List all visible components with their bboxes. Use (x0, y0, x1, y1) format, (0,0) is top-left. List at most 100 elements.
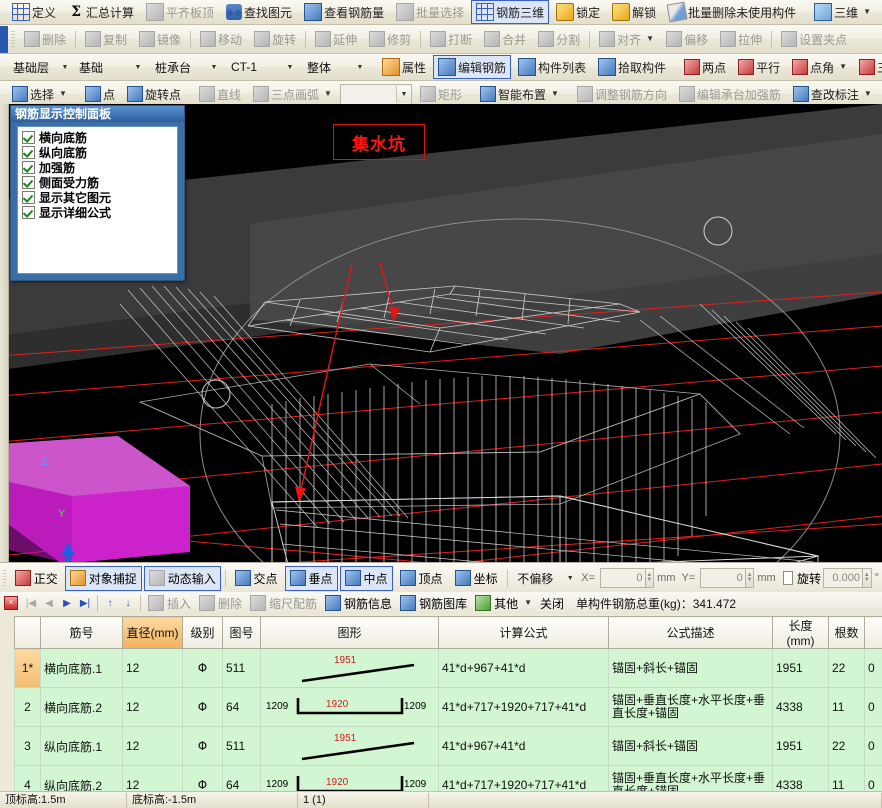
editor-delete-button[interactable]: 删除 (195, 594, 246, 613)
cell-length[interactable]: 1951 (773, 649, 829, 688)
nav-prev-button[interactable]: ◀ (40, 594, 58, 612)
draw-smart-layout[interactable]: 智能布置▼ (475, 82, 564, 106)
chevron-down-icon[interactable]: ▼ (324, 90, 332, 98)
cell-diameter[interactable]: 12 (123, 688, 183, 727)
cell-count[interactable]: 22 (829, 649, 865, 688)
nav-up-button[interactable]: ↑ (101, 594, 119, 612)
editor-rebar-library-button[interactable]: 钢筋图库 (396, 594, 471, 613)
snapbar-grip[interactable] (3, 570, 6, 587)
snap-object-snap[interactable]: 对象捕捉 (65, 566, 142, 591)
draw-rectangle[interactable]: 矩形 (415, 82, 467, 106)
table-row[interactable]: 2 横向底筋.2 12 Φ 64 1209 1920 1209 41*d+717… (15, 688, 882, 727)
checkbox-row-transverse-bottom[interactable]: 横向底筋 (20, 130, 175, 145)
offset-mode-selector[interactable]: 不偏移 ▼ (512, 568, 576, 589)
cell-description[interactable]: 锚固+斜长+锚固 (609, 649, 773, 688)
tool-mirror[interactable]: 镜像 (134, 27, 186, 51)
cell-formula[interactable]: 41*d+967+41*d (439, 727, 609, 766)
chevron-down-icon[interactable]: ▼ (839, 63, 847, 71)
header-grade[interactable]: 级别 (183, 617, 223, 649)
checkbox-longitudinal-bottom[interactable] (22, 146, 35, 159)
snap-intersection[interactable]: 交点 (230, 566, 283, 591)
toolbar-define[interactable]: 定义 (7, 0, 61, 24)
header-name[interactable]: 筋号 (41, 617, 123, 649)
btn-properties[interactable]: 属性 (377, 55, 431, 79)
tool-offset[interactable]: 偏移 (661, 27, 713, 51)
header-shape[interactable]: 图形 (261, 617, 439, 649)
cell-overlap[interactable]: 0 (865, 727, 882, 766)
header-overlap[interactable] (865, 617, 882, 649)
cell-shape[interactable]: 1951 (261, 649, 439, 688)
header-code[interactable]: 图号 (223, 617, 261, 649)
cell-shape[interactable]: 1951 (261, 727, 439, 766)
editor-scale-rebar-button[interactable]: 缩尺配筋 (246, 594, 321, 613)
x-input[interactable]: 0 (600, 568, 646, 588)
cell-count[interactable]: 22 (829, 727, 865, 766)
draw-check-dim[interactable]: 查改标注▼ (788, 82, 877, 106)
draw-select[interactable]: 选择▼ (7, 82, 72, 106)
btn-edit-rebar[interactable]: 编辑钢筋 (433, 55, 511, 79)
cell-name[interactable]: 横向底筋.2 (41, 688, 123, 727)
checkbox-row-longitudinal-bottom[interactable]: 纵向底筋 (20, 145, 175, 160)
cell-length[interactable]: 4338 (773, 688, 829, 727)
tool-set-grip[interactable]: 设置夹点 (776, 27, 852, 51)
draw-arc[interactable]: 三点画弧▼ (248, 82, 337, 106)
draw-adjust-rebar-dir[interactable]: 调整钢筋方向 (572, 82, 672, 106)
btn-pick-component[interactable]: 拾取构件 (593, 55, 671, 79)
tool-copy[interactable]: 复制 (80, 27, 132, 51)
draw-point[interactable]: 点 (80, 82, 120, 106)
snap-perpendicular[interactable]: 垂点 (285, 566, 338, 591)
checkbox-side-main[interactable] (22, 176, 35, 189)
chevron-down-icon[interactable]: ▼ (283, 59, 297, 76)
y-input[interactable]: 0 (700, 568, 746, 588)
snap-midpoint[interactable]: 中点 (340, 566, 393, 591)
tool-extend[interactable]: 延伸 (310, 27, 362, 51)
header-diameter[interactable]: 直径(mm) (123, 617, 183, 649)
row-header[interactable]: 3 (15, 727, 41, 766)
editor-other-button[interactable]: 其他▼ (471, 594, 536, 613)
rebar-display-control-panel[interactable]: 钢筋显示控制面板 横向底筋 纵向底筋 加强筋 侧面受力筋 显示其它图元 (10, 105, 185, 281)
header-rownum[interactable] (15, 617, 41, 649)
checkbox-row-side-main[interactable]: 侧面受力筋 (20, 175, 175, 190)
tool-delete[interactable]: 删除 (19, 27, 71, 51)
category-selector[interactable]: 基础 ▼ (74, 57, 146, 78)
cell-code[interactable]: 64 (223, 688, 261, 727)
scope-selector[interactable]: 整体 ▼ (302, 57, 368, 78)
tool-merge[interactable]: 合并 (479, 27, 531, 51)
cell-length[interactable]: 1951 (773, 727, 829, 766)
header-formula[interactable]: 计算公式 (439, 617, 609, 649)
draw-line[interactable]: 直线 (194, 82, 246, 106)
header-count[interactable]: 根数 (829, 617, 865, 649)
cell-name[interactable]: 纵向底筋.1 (41, 727, 123, 766)
btn-point-angle[interactable]: 点角▼ (787, 55, 852, 79)
toolbar-grip[interactable] (11, 31, 15, 48)
tool-break[interactable]: 打断 (425, 27, 477, 51)
btn-three-point-aux[interactable]: 三点辅 (854, 55, 882, 79)
table-row[interactable]: 3 纵向底筋.1 12 Φ 511 1951 41*d+967+41*d 锚固+… (15, 727, 882, 766)
chevron-down-icon[interactable]: ▼ (863, 8, 871, 16)
toolbar-top-view[interactable]: 俯视 ▼ (878, 0, 882, 24)
btn-two-point[interactable]: 两点 (679, 55, 731, 79)
checkbox-strengthening[interactable] (22, 161, 35, 174)
cell-description[interactable]: 锚固+垂直长度+水平长度+垂直长度+锚固 (609, 688, 773, 727)
chevron-down-icon[interactable]: ▼ (353, 59, 367, 76)
nav-next-button[interactable]: ▶ (58, 594, 76, 612)
table-row[interactable]: 1* 横向底筋.1 12 Φ 511 1951 41*d+967+41*d 锚固… (15, 649, 882, 688)
chevron-down-icon[interactable]: ▼ (565, 570, 575, 587)
toolbar-view-rebar-qty[interactable]: 查看钢筋量 (299, 0, 389, 24)
btn-parallel[interactable]: 平行 (733, 55, 785, 79)
nav-down-button[interactable]: ↓ (119, 594, 137, 612)
nav-first-button[interactable]: |◀ (22, 594, 40, 612)
component-selector[interactable]: CT-1 ▼ (226, 57, 298, 78)
arc-option-combo[interactable]: ▼ (340, 84, 412, 105)
toolbar-summary-calc[interactable]: Σ 汇总计算 (63, 0, 139, 24)
tool-align[interactable]: 对齐▼ (594, 27, 659, 51)
draw-rotate-point[interactable]: 旋转点 (122, 82, 186, 106)
floor-selector[interactable]: 基础层 ▼ (8, 57, 70, 78)
header-length[interactable]: 长度(mm) (773, 617, 829, 649)
cell-code[interactable]: 511 (223, 727, 261, 766)
toolbar-align-slab-top[interactable]: 平齐板顶 (141, 0, 219, 24)
snap-coordinate[interactable]: 坐标 (450, 566, 503, 591)
rotate-input[interactable]: 0.000 (823, 568, 863, 588)
toolbar-find-element[interactable]: 查找图元 (221, 0, 297, 24)
btn-component-list[interactable]: 构件列表 (513, 55, 591, 79)
